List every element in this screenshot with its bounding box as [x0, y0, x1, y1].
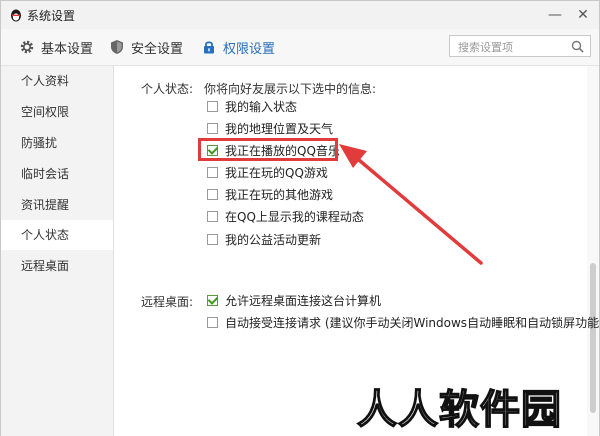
sidebar-item-temporary-chat[interactable]: 临时会话	[1, 159, 113, 189]
option-location-weather[interactable]: 我的地理位置及天气	[207, 120, 333, 136]
remote-desktop-label: 远程桌面:	[141, 295, 194, 309]
personal-status-label: 个人状态:	[141, 82, 194, 96]
sidebar-item-anti-harassment[interactable]: 防骚扰	[1, 128, 113, 158]
option-label: 我的公益活动更新	[225, 232, 322, 247]
checkbox[interactable]	[207, 122, 218, 134]
search-box[interactable]	[449, 35, 591, 57]
checkbox[interactable]	[207, 316, 218, 328]
lock-icon	[204, 41, 214, 54]
option-qq-games[interactable]: 我正在玩的QQ游戏	[207, 164, 328, 180]
minimize-button[interactable]: —	[545, 5, 565, 25]
checkbox[interactable]	[207, 233, 218, 245]
tab-permission-settings-label: 权限设置	[223, 41, 276, 57]
checkbox[interactable]	[207, 210, 218, 222]
option-label: 自动接受连接请求 (建议你手动关闭Windows自动睡眠和自动锁屏功能)	[225, 315, 600, 330]
option-label: 我的地理位置及天气	[225, 121, 334, 136]
sidebar-item-news-alerts[interactable]: 资讯提醒	[1, 190, 113, 220]
qq-penguin-icon	[11, 9, 21, 22]
option-charity-updates[interactable]: 我的公益活动更新	[207, 231, 321, 247]
tab-basic-settings-label: 基本设置	[41, 41, 94, 57]
red-arrow-annotation	[339, 144, 483, 265]
option-other-games[interactable]: 我正在玩的其他游戏	[207, 186, 333, 202]
checkbox[interactable]	[207, 188, 218, 200]
tab-permission-settings[interactable]: 权限设置	[201, 37, 275, 57]
settings-window: 系统设置 — ✕ 基本设置 安全设置 权限设置 搜索设置项 个人资料 空间权限 …	[0, 0, 600, 436]
title-bar: 系统设置 — ✕	[1, 1, 599, 29]
option-input-status[interactable]: 我的输入状态	[207, 98, 297, 114]
search-icon[interactable]	[571, 40, 584, 53]
sidebar-item-profile[interactable]: 个人资料	[1, 66, 113, 96]
option-auto-accept-connection[interactable]: 自动接受连接请求 (建议你手动关闭Windows自动睡眠和自动锁屏功能)	[207, 314, 600, 330]
tab-basic-settings[interactable]: 基本设置	[19, 37, 93, 57]
tab-security-settings[interactable]: 安全设置	[109, 37, 183, 57]
settings-toolbar: 基本设置 安全设置 权限设置	[1, 29, 599, 66]
option-label: 我的输入状态	[225, 99, 298, 114]
window-title: 系统设置	[27, 9, 76, 23]
settings-sidebar: 个人资料 空间权限 防骚扰 临时会话 资讯提醒 个人状态 远程桌面	[1, 66, 114, 436]
personal-status-description: 你将向好友展示以下选中的信息:	[204, 82, 377, 96]
checkbox-checked[interactable]	[207, 294, 218, 306]
option-allow-remote-desktop[interactable]: 允许远程桌面连接这台计算机	[207, 292, 381, 308]
option-label: 允许远程桌面连接这台计算机	[225, 293, 382, 308]
scrollbar-thumb[interactable]	[590, 263, 596, 413]
option-label: 我正在玩的QQ游戏	[225, 165, 328, 180]
close-button[interactable]: ✕	[573, 5, 593, 25]
sidebar-item-personal-status[interactable]: 个人状态	[1, 220, 113, 250]
shield-icon	[111, 40, 123, 54]
search-input[interactable]	[456, 37, 572, 57]
option-label: 我正在玩的其他游戏	[225, 187, 334, 202]
checkbox[interactable]	[207, 166, 218, 178]
sidebar-item-space-permissions[interactable]: 空间权限	[1, 97, 113, 127]
highlight-box	[198, 138, 338, 161]
sidebar-item-remote-desktop[interactable]: 远程桌面	[1, 251, 113, 281]
gear-icon	[20, 40, 34, 54]
watermark: 人人软件园	[356, 386, 562, 434]
checkbox[interactable]	[207, 100, 218, 112]
tab-security-settings-label: 安全设置	[131, 41, 184, 57]
